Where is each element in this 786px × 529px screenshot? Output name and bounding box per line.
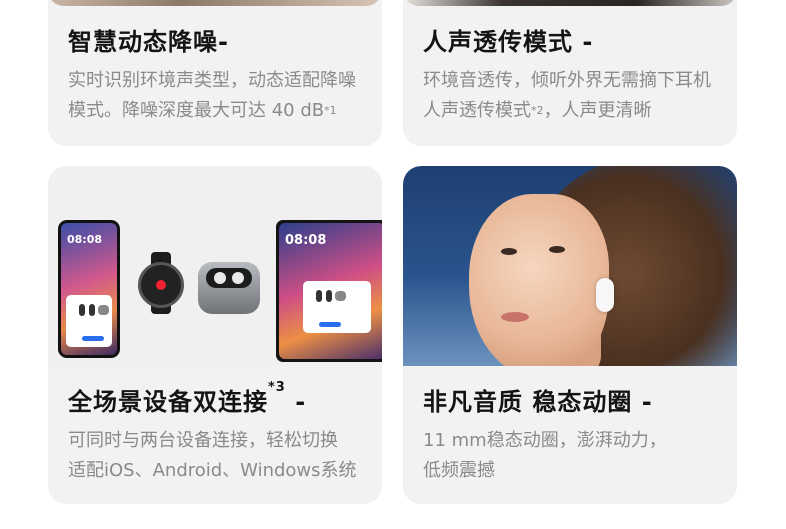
tablet-illustration: 08:08 (276, 220, 382, 362)
earbuds-icon (79, 304, 109, 316)
earbuds-icon (316, 290, 346, 302)
portrait-photo (403, 166, 737, 366)
footnote-marker: *3 (268, 380, 286, 395)
device-clock: 08:08 (67, 233, 103, 246)
feature-card-dual-connection: 08:08 08:08 全场景设备双连接*3 - 可同时与两台设备连接，轻松切换… (48, 166, 382, 504)
description-line: 人声透传模式*2，人声更清晰 (423, 96, 727, 126)
feature-card-noise-cancelling: 智慧动态降噪- 实时识别环境声类型，动态适配降噪 模式。降噪深度最大可达 40 … (48, 0, 382, 146)
device-clock: 08:08 (285, 233, 327, 248)
card-description: 11 mm稳态动圈，澎湃动力， 低频震撼 (423, 426, 727, 486)
description-line: 低频震撼 (423, 460, 495, 481)
card-title: 人声透传模式 - (423, 28, 594, 56)
card-title: 全场景设备双连接*3 - (68, 380, 307, 417)
phone-illustration: 08:08 (58, 220, 120, 358)
card-description: 环境音透传，倾听外界无需摘下耳机 人声透传模式*2，人声更清晰 (423, 66, 727, 126)
earbud-illustration (596, 278, 614, 312)
description-line: 适配iOS、Android、Windows系统 (68, 460, 357, 481)
feature-image-partial (48, 0, 382, 6)
feature-card-sound-quality: 非凡音质 稳态动圈 - 11 mm稳态动圈，澎湃动力， 低频震撼 (403, 166, 737, 504)
card-title: 非凡音质 稳态动圈 - (423, 388, 653, 416)
card-title: 智慧动态降噪- (68, 28, 229, 56)
description-line: 实时识别环境声类型，动态适配降噪 (68, 70, 356, 91)
footnote-marker: *1 (324, 104, 337, 117)
description-text: 模式。降噪深度最大可达 40 dB (68, 100, 325, 121)
description-line: 11 mm稳态动圈，澎湃动力， (423, 430, 667, 451)
description-line: 环境音透传，倾听外界无需摘下耳机 (423, 70, 711, 91)
title-text: 全场景设备双连接 (68, 388, 268, 416)
feature-image-partial (403, 0, 737, 6)
feature-card-voice-transparency: 人声透传模式 - 环境音透传，倾听外界无需摘下耳机 人声透传模式*2，人声更清晰 (403, 0, 737, 146)
pairing-popup (303, 281, 371, 333)
description-line: 模式。降噪深度最大可达 40 dB*1 (68, 96, 372, 126)
pairing-popup (66, 295, 112, 347)
smartwatch-illustration (138, 252, 184, 314)
description-text: ，人声更清晰 (543, 100, 652, 121)
description-text: 人声透传模式 (423, 100, 531, 121)
description-line: 可同时与两台设备连接，轻松切换 (68, 430, 338, 451)
card-description: 可同时与两台设备连接，轻松切换 适配iOS、Android、Windows系统 (68, 426, 372, 486)
title-text: - (285, 388, 307, 416)
card-description: 实时识别环境声类型，动态适配降噪 模式。降噪深度最大可达 40 dB*1 (68, 66, 372, 126)
footnote-marker: *2 (531, 104, 544, 117)
earbuds-case-illustration (198, 262, 260, 314)
devices-image: 08:08 08:08 (48, 166, 382, 366)
